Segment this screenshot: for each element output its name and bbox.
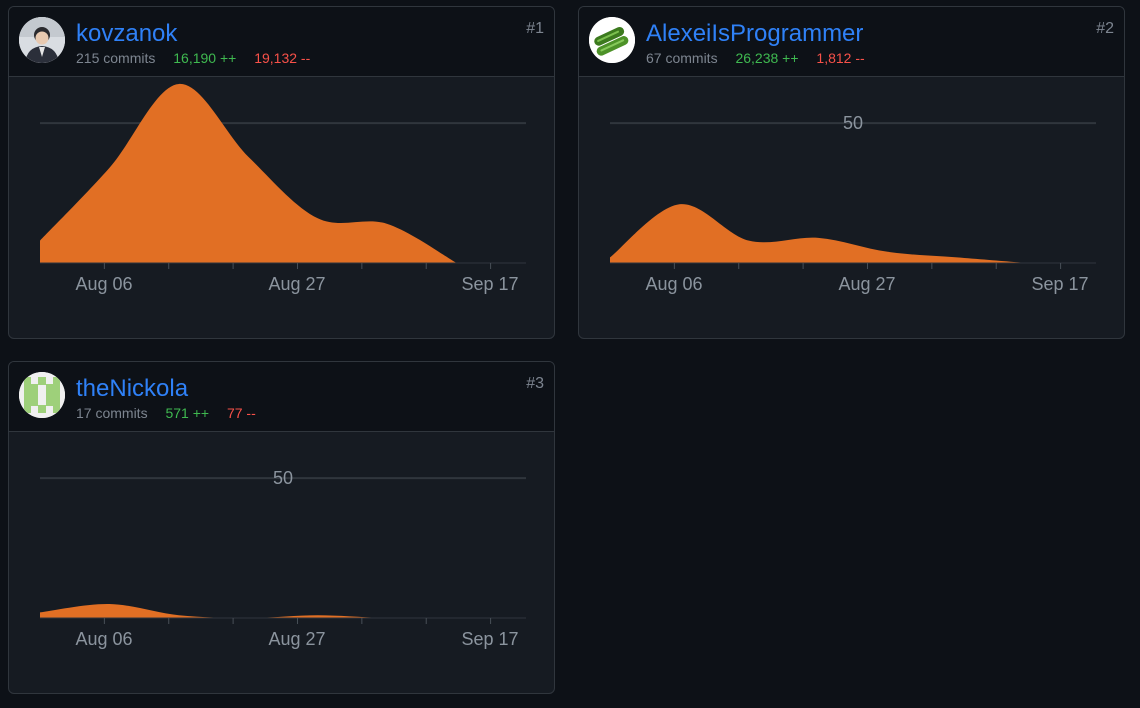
additions-count: 26,238 ++ [735,50,799,66]
x-tick-label: Aug 27 [838,274,895,294]
deletions-count: 1,812 -- [816,50,865,66]
deletions-count: 77 -- [226,405,256,421]
commit-area [40,83,457,263]
contributor-header: kovzanok 215 commits 16,190 ++ 19,132 --… [9,7,554,77]
commit-activity-chart: Aug 06 Aug 27 Sep 17 [40,83,526,294]
cucumber-photo-icon [589,17,635,63]
x-tick-label: Aug 06 [75,629,132,649]
additions-count: 16,190 ++ [173,50,237,66]
commit-area [610,204,1027,263]
contributor-card-1: kovzanok 215 commits 16,190 ++ 19,132 --… [8,6,555,339]
contributor-rank: #3 [526,375,544,392]
avatar[interactable] [19,17,65,63]
contributor-card-2: AlexeiIsProgrammer 67 commits 26,238 ++ … [578,6,1125,339]
avatar[interactable] [589,17,635,63]
x-tick-label: Sep 17 [1031,274,1088,294]
x-tick-label: Aug 06 [75,274,132,294]
y-tick-label: 50 [843,113,863,133]
x-tick-label: Aug 06 [645,274,702,294]
commit-count[interactable]: 215 commits [76,50,155,66]
person-photo-icon [19,17,65,63]
contributor-username[interactable]: kovzanok [76,20,177,48]
y-tick-label: 50 [273,468,293,488]
x-tick-label: Aug 27 [268,274,325,294]
additions-count: 571 ++ [165,405,210,421]
contributor-stats: 67 commits 26,238 ++ 1,812 -- [646,50,865,66]
contributor-stats: 17 commits 571 ++ 77 -- [76,405,256,421]
contributor-rank: #2 [1096,20,1114,37]
commit-count[interactable]: 17 commits [76,405,148,421]
commit-count[interactable]: 67 commits [646,50,718,66]
contributor-card-3: theNickola 17 commits 571 ++ 77 -- #3 50… [8,361,555,694]
x-tick-label: Sep 17 [461,274,518,294]
contributor-stats: 215 commits 16,190 ++ 19,132 -- [76,50,310,66]
commit-activity-chart: 50 Aug 06 Aug 27 Sep 17 [610,113,1096,294]
x-tick-label: Sep 17 [461,629,518,649]
contributor-header: AlexeiIsProgrammer 67 commits 26,238 ++ … [579,7,1124,77]
contributor-username[interactable]: theNickola [76,375,188,403]
commit-activity-chart: 50 Aug 06 Aug 27 Sep 17 [40,468,526,649]
contributor-username[interactable]: AlexeiIsProgrammer [646,20,863,48]
x-tick-label: Aug 27 [268,629,325,649]
avatar[interactable] [19,372,65,418]
contributor-rank: #1 [526,20,544,37]
commit-area [40,603,457,619]
contributor-header: theNickola 17 commits 571 ++ 77 -- #3 [9,362,554,432]
deletions-count: 19,132 -- [254,50,311,66]
identicon-icon [19,372,65,418]
